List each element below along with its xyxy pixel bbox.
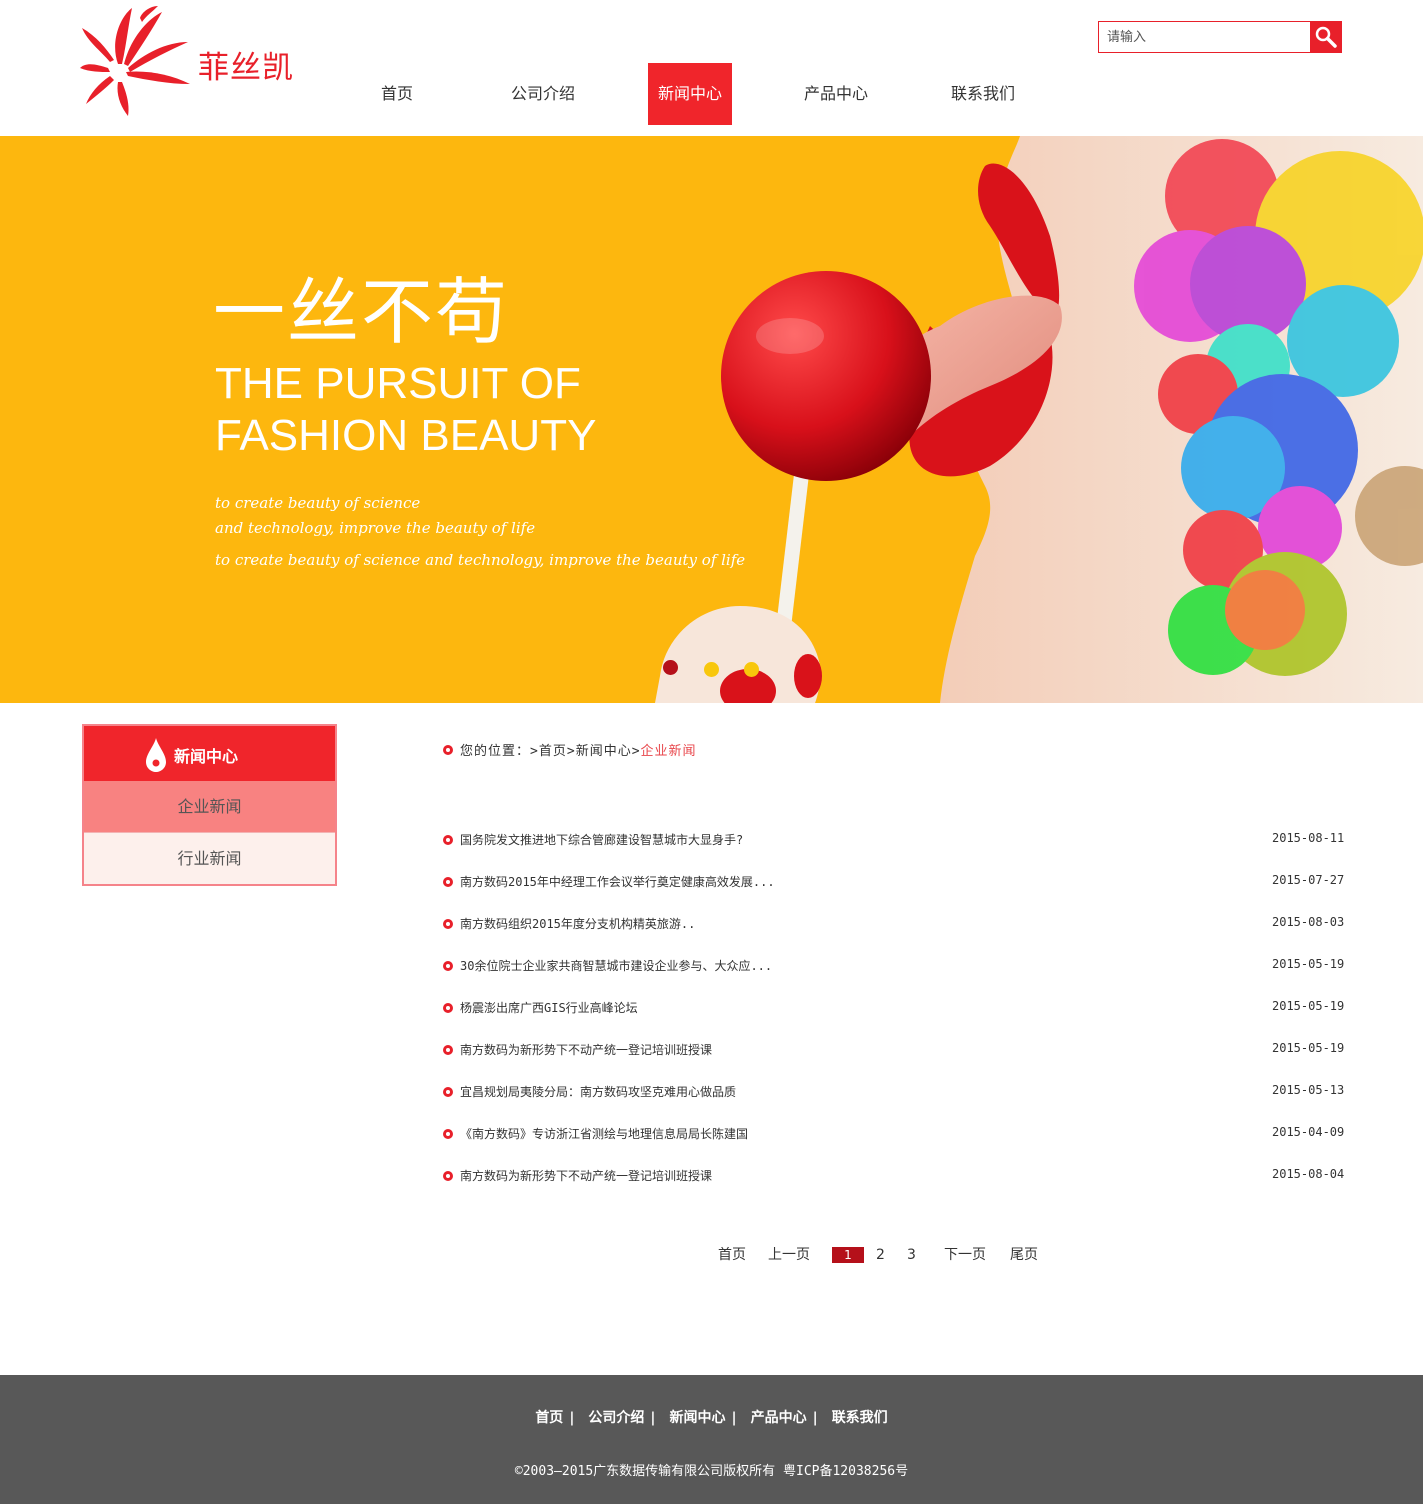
- bullet-icon: [443, 1171, 453, 1181]
- bullet-icon: [443, 1003, 453, 1013]
- news-item-title[interactable]: 南方数码为新形势下不动产统一登记培训班授课: [460, 1041, 712, 1058]
- news-item-date: 2015-08-03: [1272, 915, 1345, 929]
- breadcrumb-prefix: 您的位置：: [460, 744, 531, 759]
- carousel-dot-1[interactable]: [663, 660, 678, 675]
- search-button[interactable]: [1310, 22, 1341, 52]
- logo[interactable]: 菲丝凯: [80, 2, 320, 118]
- sidebar-item-industry-news[interactable]: 行业新闻: [84, 832, 335, 884]
- breadcrumb-bullet-icon: [443, 745, 453, 755]
- footer-nav: 首页 | 公司介绍 | 新闻中心 | 产品中心 | 联系我们: [0, 1407, 1423, 1427]
- page-number-link[interactable]: 2: [876, 1245, 885, 1265]
- news-item-date: 2015-05-13: [1272, 1083, 1345, 1097]
- sidebar-item-company-news[interactable]: 企业新闻: [84, 781, 335, 832]
- banner-tagline-1: to create beauty of science: [215, 494, 421, 512]
- logo-flower-icon: [80, 6, 190, 116]
- copyright: ©2003—2015广东数据传输有限公司版权所有 粤ICP备12038256号: [514, 1464, 909, 1479]
- footer-separator: |: [812, 1410, 818, 1426]
- breadcrumb: 您的位置：>首页>新闻中心>企业新闻: [460, 740, 697, 759]
- nav-item-products[interactable]: 产品中心: [797, 63, 875, 125]
- footer-link-products[interactable]: 产品中心: [751, 1410, 807, 1426]
- breadcrumb-current: 企业新闻: [640, 744, 697, 759]
- news-item-date: 2015-08-04: [1272, 1167, 1345, 1181]
- nav-item-news[interactable]: 新闻中心: [648, 63, 732, 125]
- page-number-current[interactable]: 1: [832, 1247, 864, 1263]
- news-item-title[interactable]: 30余位院士企业家共商智慧城市建设企业参与、大众应...: [460, 957, 772, 974]
- news-item-date: 2015-07-27: [1272, 873, 1345, 887]
- news-item-date: 2015-05-19: [1272, 1041, 1345, 1055]
- banner-tagline-3: to create beauty of science and technolo…: [215, 551, 746, 569]
- news-item-date: 2015-05-19: [1272, 999, 1345, 1013]
- sidebar-title: 新闻中心: [174, 747, 239, 766]
- bullet-icon: [443, 877, 453, 887]
- page-prev-link[interactable]: 上一页: [768, 1245, 810, 1265]
- nav-item-about[interactable]: 公司介绍: [504, 63, 582, 125]
- news-item-title[interactable]: 宜昌规划局夷陵分局：南方数码攻坚克难用心做品质: [460, 1083, 736, 1100]
- news-item-date: 2015-05-19: [1272, 957, 1345, 971]
- news-item-title[interactable]: 南方数码2015年中经理工作会议举行奠定健康高效发展...: [460, 873, 775, 890]
- page-first-link[interactable]: 首页: [718, 1245, 746, 1265]
- news-item-title[interactable]: 杨震澎出席广西GIS行业高峰论坛: [460, 999, 638, 1016]
- news-item-date: 2015-08-11: [1272, 831, 1345, 845]
- search-icon: [1315, 26, 1337, 48]
- logo-text: 菲丝凯: [198, 50, 294, 86]
- bullet-icon: [443, 1129, 453, 1139]
- carousel-dot-2[interactable]: [704, 662, 719, 677]
- banner-illustration: [655, 136, 1423, 703]
- news-item-title[interactable]: 《南方数码》专访浙江省测绘与地理信息局局长陈建国: [460, 1125, 748, 1142]
- sidebar: 新闻中心 企业新闻 行业新闻: [82, 724, 337, 886]
- footer-link-news[interactable]: 新闻中心: [670, 1410, 726, 1426]
- footer-separator: |: [731, 1410, 737, 1426]
- page-number-link[interactable]: 3: [907, 1245, 916, 1265]
- footer-link-about[interactable]: 公司介绍: [588, 1410, 644, 1426]
- bullet-icon: [443, 835, 453, 845]
- bullet-icon: [443, 919, 453, 929]
- search-input[interactable]: [1099, 22, 1310, 52]
- breadcrumb-section[interactable]: 新闻中心: [576, 744, 632, 759]
- bullet-icon: [443, 961, 453, 971]
- breadcrumb-home[interactable]: 首页: [539, 744, 567, 759]
- news-item-title[interactable]: 南方数码为新形势下不动产统一登记培训班授课: [460, 1167, 712, 1184]
- page-last-link[interactable]: 尾页: [1010, 1245, 1038, 1265]
- sidebar-header: 新闻中心: [84, 726, 335, 781]
- footer-separator: |: [569, 1410, 575, 1426]
- footer-link-contact[interactable]: 联系我们: [832, 1410, 888, 1426]
- news-item-title[interactable]: 南方数码组织2015年度分支机构精英旅游..: [460, 915, 695, 932]
- banner[interactable]: 一丝不苟 THE PURSUIT OF FASHION BEAUTY to cr…: [0, 136, 1423, 703]
- breadcrumb-arrow-icon: >: [631, 744, 641, 759]
- nav-item-home[interactable]: 首页: [362, 63, 432, 125]
- footer-link-home[interactable]: 首页: [535, 1410, 563, 1426]
- carousel-dot-3[interactable]: [744, 662, 759, 677]
- news-item-title[interactable]: 国务院发文推进地下综合管廊建设智慧城市大显身手?: [460, 831, 743, 848]
- banner-subtitle-1: THE PURSUIT OF: [215, 359, 581, 408]
- banner-subtitle-2: FASHION BEAUTY: [215, 411, 597, 460]
- bullet-icon: [443, 1045, 453, 1055]
- footer: [0, 1375, 1423, 1504]
- page-next-link[interactable]: 下一页: [944, 1245, 986, 1265]
- news-item-date: 2015-04-09: [1272, 1125, 1345, 1139]
- bullet-icon: [443, 1087, 453, 1097]
- breadcrumb-arrow-icon: >: [530, 744, 539, 759]
- banner-headline: 一丝不苟: [213, 270, 510, 354]
- drop-icon: [146, 738, 166, 772]
- nav-item-contact[interactable]: 联系我们: [944, 63, 1022, 125]
- pagination: 首页 上一页 1 2 3 下一页 尾页: [0, 1245, 1423, 1265]
- breadcrumb-arrow-icon: >: [566, 744, 576, 759]
- search-box: [1098, 21, 1342, 53]
- banner-tagline-2: and technology, improve the beauty of li…: [215, 519, 536, 537]
- footer-separator: |: [650, 1410, 656, 1426]
- header: 菲丝凯 首页 公司介绍 新闻中心 产品中心 联系我们: [0, 0, 1423, 136]
